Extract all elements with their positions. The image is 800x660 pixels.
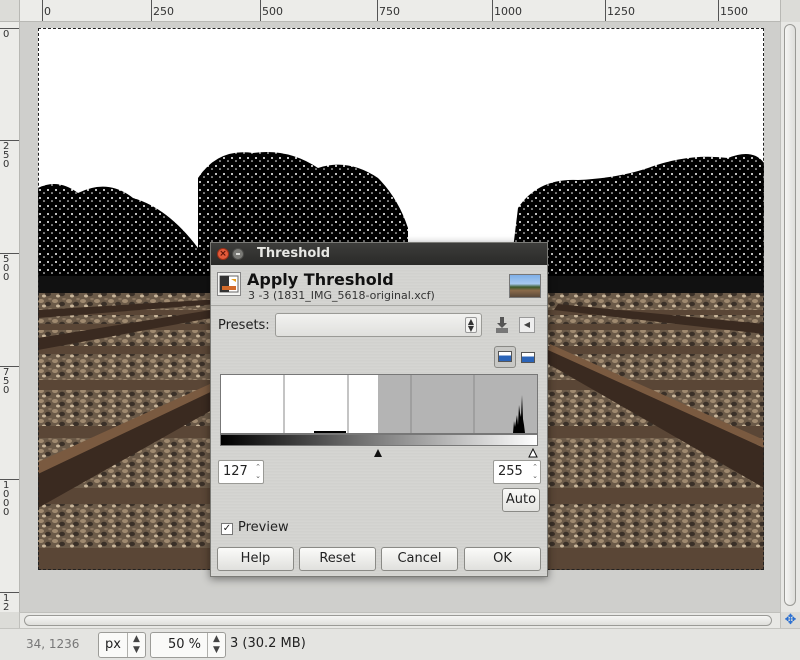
ruler-label: 1500	[720, 5, 748, 18]
ruler-label: 250	[153, 5, 174, 18]
ruler-label: 1250	[607, 5, 635, 18]
ruler-label: 500	[3, 254, 10, 283]
scrollbar-thumb[interactable]	[24, 615, 772, 626]
close-icon[interactable]: ×	[217, 248, 229, 260]
ruler-label: 750	[379, 5, 400, 18]
header-title: Apply Threshold	[247, 270, 394, 289]
reset-button[interactable]: Reset	[299, 547, 376, 571]
ruler-corner-right	[780, 0, 800, 22]
image-thumbnail	[509, 274, 541, 298]
ruler-label: 1250	[3, 593, 10, 613]
ok-button[interactable]: OK	[464, 547, 541, 571]
pointer-coordinates: 34, 1236	[26, 637, 80, 651]
high-threshold-input[interactable]: 255 ⌃ ⌄	[493, 460, 541, 484]
quick-mask-toggle[interactable]	[0, 612, 20, 628]
preview-label[interactable]: Preview	[238, 520, 289, 535]
presets-combo[interactable]: ▲ ▼	[275, 313, 482, 337]
save-preset-icon[interactable]	[493, 315, 511, 335]
histogram-glyph	[521, 352, 535, 363]
ruler-label: 0	[44, 5, 51, 18]
ruler-corner[interactable]	[0, 0, 20, 22]
auto-button[interactable]: Auto	[502, 488, 540, 512]
high-threshold-handle	[528, 447, 538, 458]
histogram-glyph	[498, 351, 512, 362]
low-threshold-input[interactable]: 127 ⌃ ⌄	[218, 460, 264, 484]
log-histogram-icon[interactable]	[520, 348, 538, 366]
histogram[interactable]	[220, 374, 538, 434]
spin-arrows-icon[interactable]: ⌃ ⌄	[532, 463, 538, 481]
low-threshold-value: 127	[223, 464, 248, 479]
scrollbar-thumb[interactable]	[784, 24, 796, 606]
presets-label: Presets:	[218, 318, 270, 333]
threshold-tool-icon	[217, 272, 241, 296]
linear-histogram-icon[interactable]	[494, 346, 516, 368]
low-threshold-handle	[374, 449, 382, 457]
dialog-titlebar[interactable]: × Threshold	[211, 243, 547, 265]
ruler-label: 1000	[3, 480, 10, 518]
cancel-button[interactable]: Cancel	[381, 547, 458, 571]
histogram-bars	[314, 431, 346, 433]
help-button[interactable]: Help	[217, 547, 294, 571]
preview-checkbox[interactable]: ✓	[221, 523, 233, 535]
threshold-range-shade	[378, 375, 537, 433]
histogram-plot	[283, 375, 537, 433]
threshold-dialog[interactable]: × Threshold Apply Threshold 3 -3 (1831_I…	[210, 242, 548, 577]
chevron-updown-icon: ▲ ▼	[465, 317, 477, 333]
ruler-label: 750	[3, 367, 10, 396]
ruler-label: 1000	[494, 5, 522, 18]
chevron-updown-icon: ▲ ▼	[207, 633, 225, 657]
unit-value: px	[105, 637, 121, 652]
image-info: 3 (30.2 MB)	[230, 636, 306, 651]
ruler-label: 250	[3, 141, 10, 170]
high-threshold-value: 255	[498, 464, 523, 479]
navigate-icon[interactable]: ✥	[780, 612, 800, 628]
horizontal-scrollbar[interactable]	[20, 612, 780, 628]
header-subtitle: 3 -3 (1831_IMG_5618-original.xcf)	[248, 289, 435, 302]
horizontal-ruler[interactable]: 0 250 500 750 1000 1250 1500	[20, 0, 780, 22]
dialog-title: Threshold	[257, 246, 331, 261]
chevron-updown-icon: ▲ ▼	[127, 633, 145, 657]
threshold-handles[interactable]	[220, 447, 538, 458]
zoom-selector[interactable]: 50 % ▲ ▼	[150, 632, 226, 658]
ruler-label: 0	[3, 29, 10, 40]
vertical-ruler[interactable]: 0 250 500 750 1000 1250	[0, 22, 20, 612]
dialog-body: Apply Threshold 3 -3 (1831_IMG_5618-orig…	[211, 265, 547, 576]
minimize-icon[interactable]	[232, 248, 244, 260]
ruler-label: 500	[262, 5, 283, 18]
vertical-scrollbar[interactable]	[780, 22, 800, 612]
status-bar: 34, 1236 px ▲ ▼ 50 % ▲ ▼ 3 (30.2 MB)	[0, 628, 800, 660]
spin-arrows-icon[interactable]: ⌃ ⌄	[255, 463, 261, 481]
zoom-value: 50 %	[167, 637, 201, 652]
dialog-header: Apply Threshold 3 -3 (1831_IMG_5618-orig…	[211, 265, 547, 306]
preset-menu-icon[interactable]: ◀	[519, 317, 535, 333]
unit-selector[interactable]: px ▲ ▼	[98, 632, 146, 658]
threshold-gradient-bar	[220, 434, 538, 446]
